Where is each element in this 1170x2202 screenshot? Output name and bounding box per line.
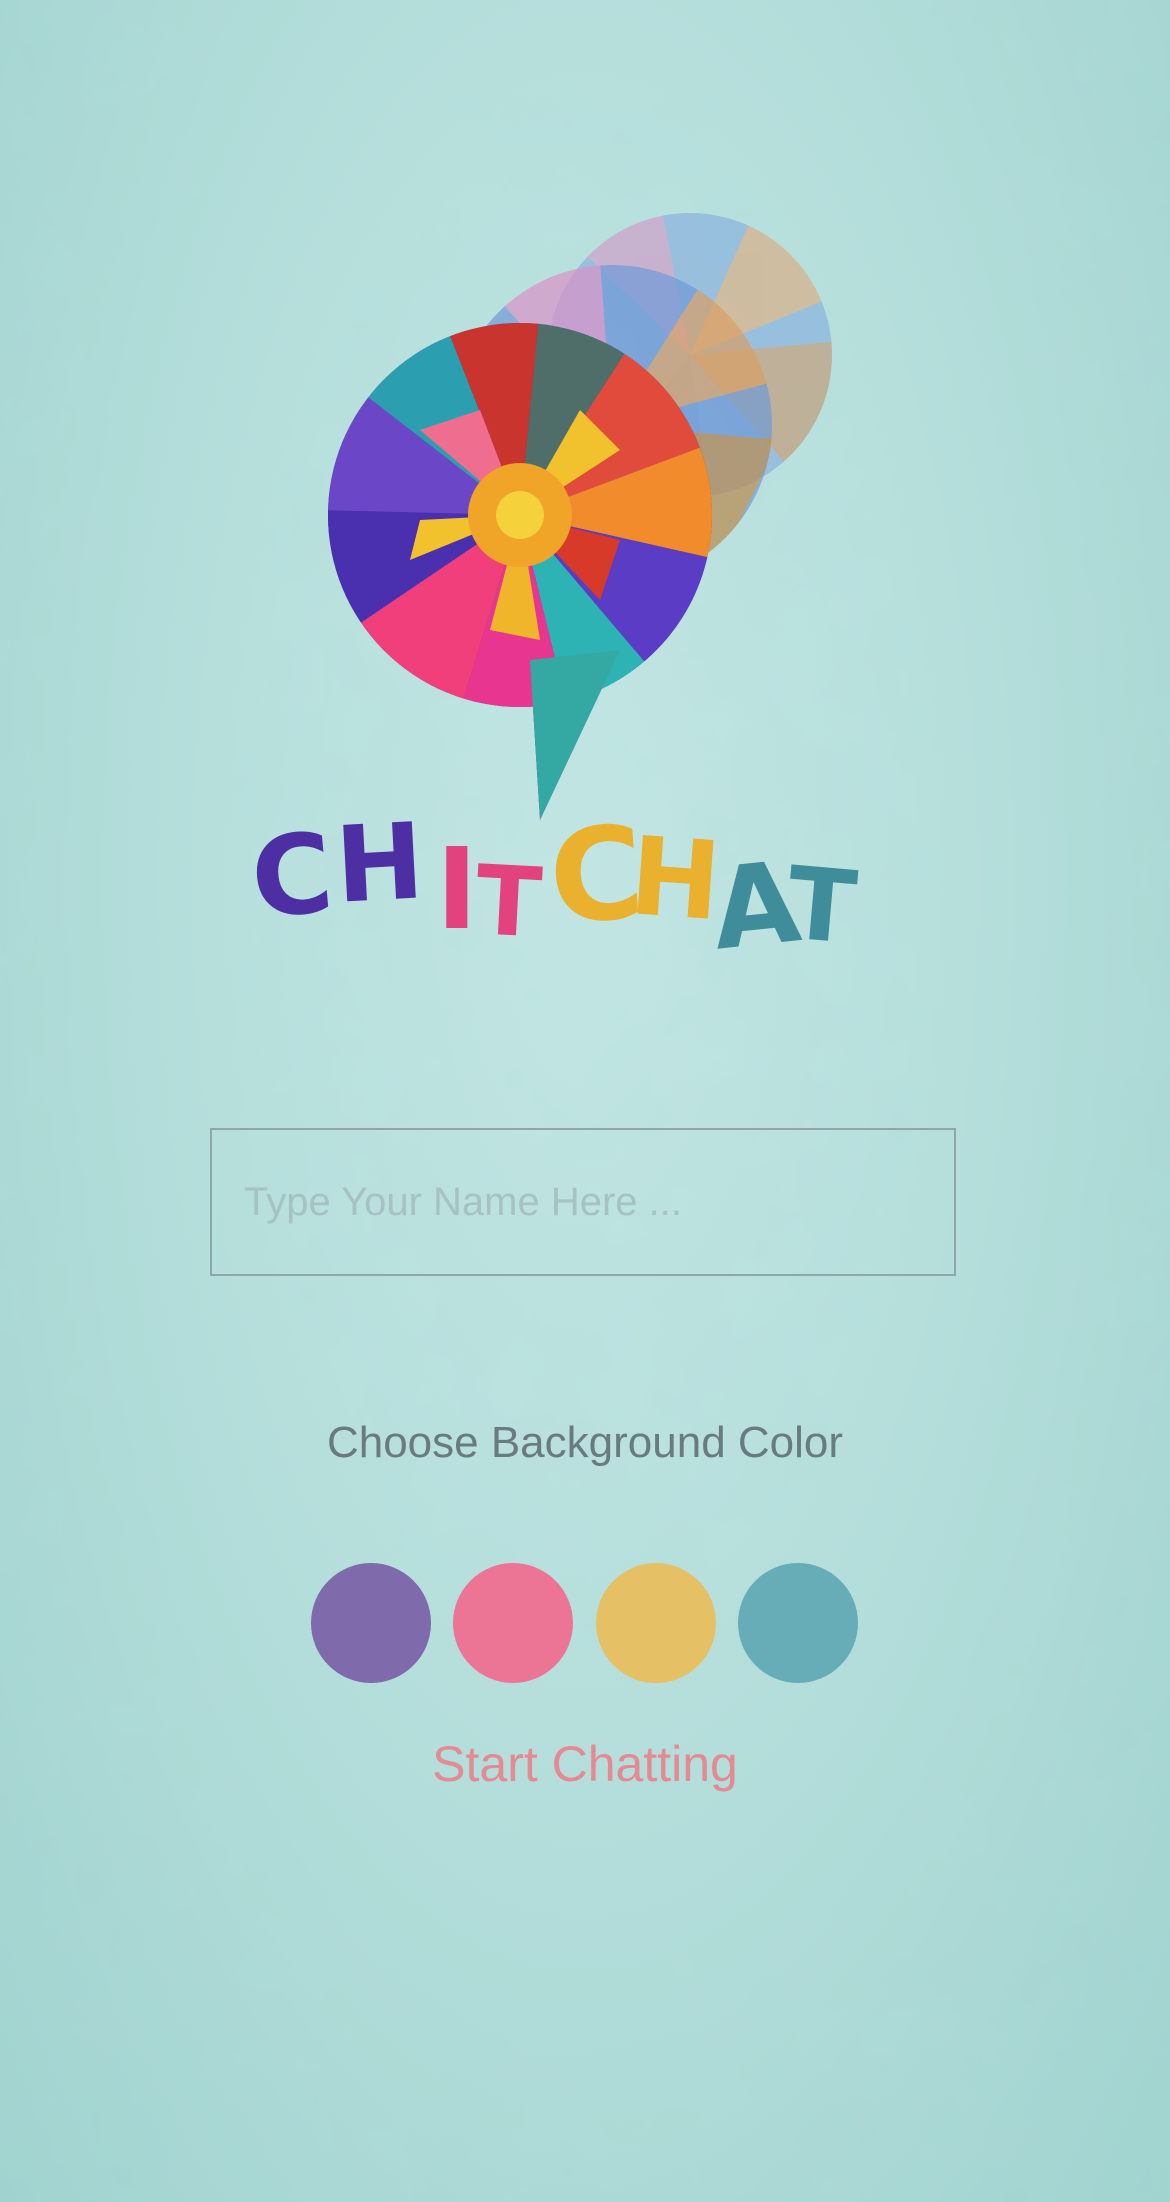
logo-letter: T <box>783 844 861 967</box>
name-input[interactable] <box>210 1128 956 1276</box>
logo-letter: H <box>333 800 427 926</box>
paint-burst-bubble-icon <box>328 323 712 820</box>
color-swatch-group <box>311 1563 858 1683</box>
chitchat-wordmark: C H I T C H A T <box>246 798 860 970</box>
logo-letter: C <box>246 809 338 944</box>
color-swatch-teal[interactable] <box>737 1563 858 1683</box>
color-swatch-purple[interactable] <box>311 1563 431 1683</box>
start-chatting-button[interactable]: Start Chatting <box>0 1735 1170 1793</box>
logo-letter: I <box>436 825 478 955</box>
color-swatch-pink[interactable] <box>453 1563 574 1683</box>
choose-background-color-label: Choose Background Color <box>326 1418 844 1467</box>
logo-letter: T <box>473 844 544 959</box>
color-swatch-yellow[interactable] <box>595 1563 716 1683</box>
chitchat-logo: C H I T C H A T <box>246 213 861 970</box>
